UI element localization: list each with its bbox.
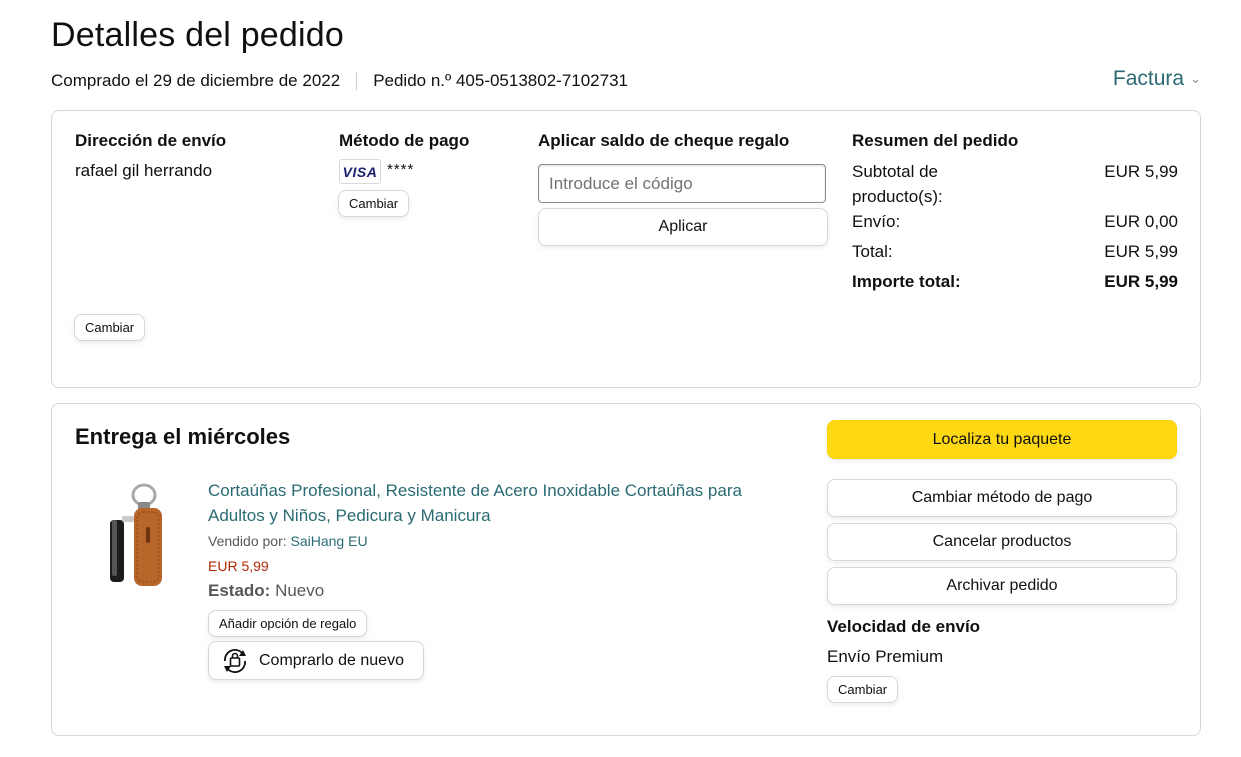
- buy-again-icon: [224, 648, 246, 673]
- apply-gift-button[interactable]: Aplicar: [538, 208, 828, 246]
- summary-value: EUR 5,99: [1104, 162, 1178, 181]
- change-shipping-speed-button[interactable]: Cambiar: [827, 676, 899, 703]
- sold-by-label: Vendido por:: [208, 533, 287, 549]
- sold-by: Vendido por: SaiHang EU: [208, 533, 368, 549]
- page-title: Detalles del pedido: [51, 16, 344, 54]
- invoice-label: Factura: [1112, 67, 1185, 90]
- summary-row-subtotal: Subtotal de producto(s): EUR 5,99: [852, 159, 1178, 209]
- purchase-date: Comprado el 29 de diciembre de 2022: [51, 71, 341, 90]
- card-masked-number: ****: [387, 161, 415, 178]
- order-info-panel: Dirección de envío rafael gil herrando C…: [51, 110, 1201, 388]
- change-payment-method-button[interactable]: Cambiar método de pago: [827, 479, 1177, 517]
- archive-order-button[interactable]: Archivar pedido: [827, 567, 1177, 605]
- shipping-name: rafael gil herrando: [75, 161, 213, 180]
- product-image[interactable]: [104, 482, 168, 588]
- chevron-down-icon: ⌄: [1190, 71, 1201, 86]
- product-title-link[interactable]: Cortaúñas Profesional, Resistente de Ace…: [208, 478, 788, 528]
- shipping-speed-value: Envío Premium: [827, 647, 944, 666]
- change-address-button[interactable]: Cambiar: [74, 314, 146, 341]
- order-summary-heading: Resumen del pedido: [852, 131, 1019, 150]
- summary-row-shipping: Envío: EUR 0,00: [852, 209, 1178, 234]
- gift-code-input[interactable]: [538, 164, 826, 203]
- payment-heading: Método de pago: [339, 131, 470, 150]
- seller-link[interactable]: SaiHang EU: [291, 533, 368, 549]
- visa-card-icon: VISA: [339, 159, 381, 184]
- change-payment-button[interactable]: Cambiar: [338, 190, 410, 217]
- product-price: EUR 5,99: [208, 558, 269, 574]
- summary-label: Envío:: [852, 212, 901, 231]
- shipping-heading: Dirección de envío: [75, 131, 227, 150]
- summary-label: Importe total:: [852, 272, 961, 291]
- delivery-panel: Entrega el miércoles Cortaúñas Profesion…: [51, 403, 1201, 736]
- invoice-dropdown[interactable]: Factura ⌄: [1113, 67, 1201, 91]
- cancel-items-button[interactable]: Cancelar productos: [827, 523, 1177, 561]
- product-condition: Estado: Nuevo: [208, 581, 324, 601]
- summary-label: Total:: [852, 242, 893, 261]
- meta-divider: [356, 72, 358, 90]
- order-number: Pedido n.º 405-0513802-7102731: [373, 71, 629, 90]
- summary-row-total: Total: EUR 5,99: [852, 239, 1178, 264]
- summary-label: Subtotal de producto(s):: [852, 162, 943, 206]
- order-meta: Comprado el 29 de diciembre de 2022 Pedi…: [51, 71, 628, 91]
- shipping-speed-heading: Velocidad de envío: [827, 617, 981, 636]
- gift-card-heading: Aplicar saldo de cheque regalo: [538, 131, 790, 150]
- summary-row-grand-total: Importe total: EUR 5,99: [852, 269, 1178, 294]
- condition-value: Nuevo: [275, 581, 325, 600]
- add-gift-option-button[interactable]: Añadir opción de regalo: [208, 610, 368, 637]
- buy-again-button[interactable]: Comprarlo de nuevo: [208, 641, 424, 680]
- summary-value: EUR 5,99: [1104, 242, 1178, 261]
- condition-label: Estado:: [208, 581, 271, 600]
- delivery-heading: Entrega el miércoles: [75, 424, 291, 449]
- buy-again-label: Comprarlo de nuevo: [259, 651, 404, 669]
- summary-value: EUR 0,00: [1104, 212, 1178, 231]
- summary-value: EUR 5,99: [1104, 272, 1178, 291]
- track-package-button[interactable]: Localiza tu paquete: [827, 420, 1177, 459]
